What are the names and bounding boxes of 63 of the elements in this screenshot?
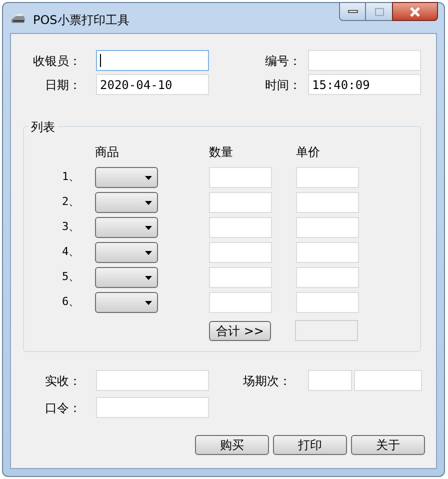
dropdown-arrow-icon (145, 200, 152, 204)
quantity-field[interactable] (209, 292, 272, 313)
product-dropdown[interactable] (95, 267, 158, 288)
row-number: 3、 (62, 219, 81, 236)
action-button[interactable]: 打印 (273, 435, 347, 455)
text-field[interactable] (96, 50, 209, 71)
minimize-icon (348, 10, 358, 13)
quantity-field[interactable] (209, 217, 272, 238)
product-dropdown[interactable] (95, 242, 158, 263)
product-dropdown[interactable] (95, 192, 158, 213)
price-field[interactable] (296, 192, 359, 213)
field-label: 时间： (264, 76, 301, 94)
field-label: 编号： (264, 52, 301, 70)
text-field[interactable] (308, 50, 421, 71)
column-header: 商品 (95, 144, 120, 161)
price-field[interactable] (296, 267, 359, 288)
row-number: 6、 (62, 294, 81, 310)
received-field[interactable] (96, 370, 209, 391)
dropdown-arrow-icon (145, 176, 152, 180)
dropdown-arrow-icon (145, 300, 152, 304)
close-icon (409, 6, 421, 16)
text-field[interactable]: 2020-04-10 (96, 74, 209, 95)
field-label: 收银员： (32, 52, 81, 70)
row-number: 5、 (62, 269, 81, 286)
column-header: 单价 (296, 144, 320, 161)
session-field[interactable] (308, 370, 352, 391)
price-field[interactable] (296, 217, 359, 238)
maximize-icon (374, 8, 384, 16)
field-label: 日期： (44, 76, 81, 94)
text-field[interactable]: 15:40:09 (308, 74, 421, 95)
price-field[interactable] (296, 292, 359, 313)
text-cursor-icon (100, 54, 101, 67)
action-button[interactable]: 关于 (351, 435, 425, 455)
action-button[interactable]: 购买 (195, 435, 269, 455)
price-field[interactable] (296, 167, 359, 188)
window-title: POS小票打印工具 (33, 12, 130, 29)
column-header: 数量 (209, 144, 234, 161)
close-button[interactable] (392, 2, 438, 21)
quantity-field[interactable] (209, 167, 272, 188)
dropdown-arrow-icon (145, 276, 152, 280)
quantity-field[interactable] (209, 242, 272, 263)
price-field[interactable] (296, 242, 359, 263)
printer-icon (10, 13, 26, 25)
password-field[interactable] (96, 397, 209, 418)
total-field[interactable] (295, 320, 358, 341)
field-label: 口令： (44, 400, 81, 416)
quantity-field[interactable] (209, 192, 272, 213)
quantity-field[interactable] (209, 267, 272, 288)
total-button[interactable]: 合计 >> (209, 320, 271, 340)
row-number: 4、 (62, 244, 81, 260)
product-dropdown[interactable] (95, 292, 158, 313)
dropdown-arrow-icon (145, 250, 152, 254)
field-label: 场期次： (242, 372, 291, 390)
minimize-button[interactable] (339, 2, 366, 21)
product-dropdown[interactable] (95, 217, 158, 238)
product-dropdown[interactable] (95, 167, 158, 188)
maximize-button[interactable] (366, 2, 392, 21)
session-field[interactable] (354, 370, 422, 391)
row-number: 2、 (62, 194, 81, 210)
group-title: 列表 (28, 118, 58, 136)
field-label: 实收： (44, 372, 81, 390)
dropdown-arrow-icon (145, 226, 152, 230)
row-number: 1、 (62, 169, 81, 186)
